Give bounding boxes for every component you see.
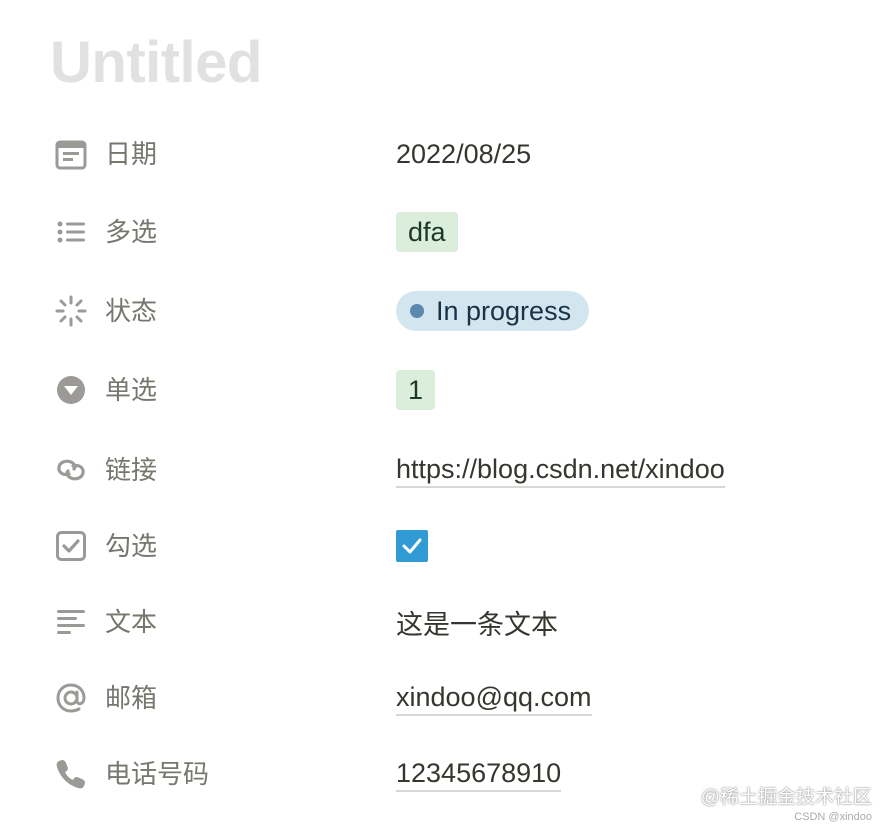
- email-link[interactable]: xindoo@qq.com: [396, 681, 592, 716]
- property-value-email[interactable]: xindoo@qq.com: [396, 668, 592, 728]
- phone-icon: [53, 756, 89, 792]
- status-label: In progress: [436, 295, 572, 326]
- bullet-list-icon: [53, 214, 89, 250]
- property-row-link: 链接 https://blog.csdn.net/xindoo: [0, 440, 892, 500]
- property-value-multi-select[interactable]: dfa: [396, 202, 458, 262]
- property-value-single-select[interactable]: 1: [396, 360, 436, 420]
- property-name-checkbox[interactable]: 勾选: [105, 516, 157, 576]
- property-name-status[interactable]: 状态: [105, 281, 157, 341]
- property-name-multi-select[interactable]: 多选: [105, 202, 157, 262]
- url-link[interactable]: https://blog.csdn.net/xindoo: [396, 453, 725, 488]
- watermark-sub: CSDN @xindoo: [794, 811, 872, 823]
- property-value-link[interactable]: https://blog.csdn.net/xindoo: [396, 440, 725, 500]
- property-row-single-select: 单选 1: [0, 360, 892, 420]
- loading-spinner-icon: [53, 293, 89, 329]
- at-sign-icon: [53, 680, 89, 716]
- property-name-single-select[interactable]: 单选: [105, 360, 157, 420]
- link-icon: [53, 452, 89, 488]
- property-row-text: 文本 这是一条文本: [0, 592, 892, 652]
- multi-select-tag[interactable]: dfa: [396, 212, 458, 252]
- text-value[interactable]: 这是一条文本: [396, 603, 558, 642]
- property-row-status: 状态 In progress: [0, 281, 892, 341]
- page-title[interactable]: Untitled: [50, 28, 262, 98]
- checkmark-icon: [402, 538, 422, 554]
- checked-checkbox[interactable]: [396, 530, 428, 562]
- property-row-date: 日期 2022/08/25: [0, 124, 892, 184]
- text-lines-icon: [53, 604, 89, 640]
- property-name-link[interactable]: 链接: [105, 440, 157, 500]
- property-value-text[interactable]: 这是一条文本: [396, 592, 558, 652]
- dropdown-circle-icon: [53, 372, 89, 408]
- single-select-tag[interactable]: 1: [396, 370, 436, 410]
- property-value-phone[interactable]: 12345678910: [396, 744, 562, 804]
- property-value-status[interactable]: In progress: [396, 281, 590, 341]
- property-name-text[interactable]: 文本: [105, 592, 157, 652]
- property-row-email: 邮箱 xindoo@qq.com: [0, 668, 892, 728]
- phone-link[interactable]: 12345678910: [396, 757, 562, 792]
- date-value[interactable]: 2022/08/25: [396, 139, 531, 170]
- property-value-date[interactable]: 2022/08/25: [396, 124, 531, 184]
- property-row-multi-select: 多选 dfa: [0, 202, 892, 262]
- status-dot-icon: [410, 304, 424, 318]
- property-name-email[interactable]: 邮箱: [105, 668, 157, 728]
- watermark: @稀土掘金技术社区 CSDN @xindoo: [701, 786, 872, 824]
- property-row-checkbox: 勾选: [0, 516, 892, 576]
- status-badge[interactable]: In progress: [396, 291, 590, 331]
- property-value-checkbox: [396, 516, 428, 576]
- checkbox-icon: [53, 528, 89, 564]
- property-name-date[interactable]: 日期: [105, 124, 157, 184]
- property-name-phone[interactable]: 电话号码: [105, 744, 209, 804]
- watermark-main: @稀土掘金技术社区: [700, 787, 872, 808]
- calendar-icon: [53, 136, 89, 172]
